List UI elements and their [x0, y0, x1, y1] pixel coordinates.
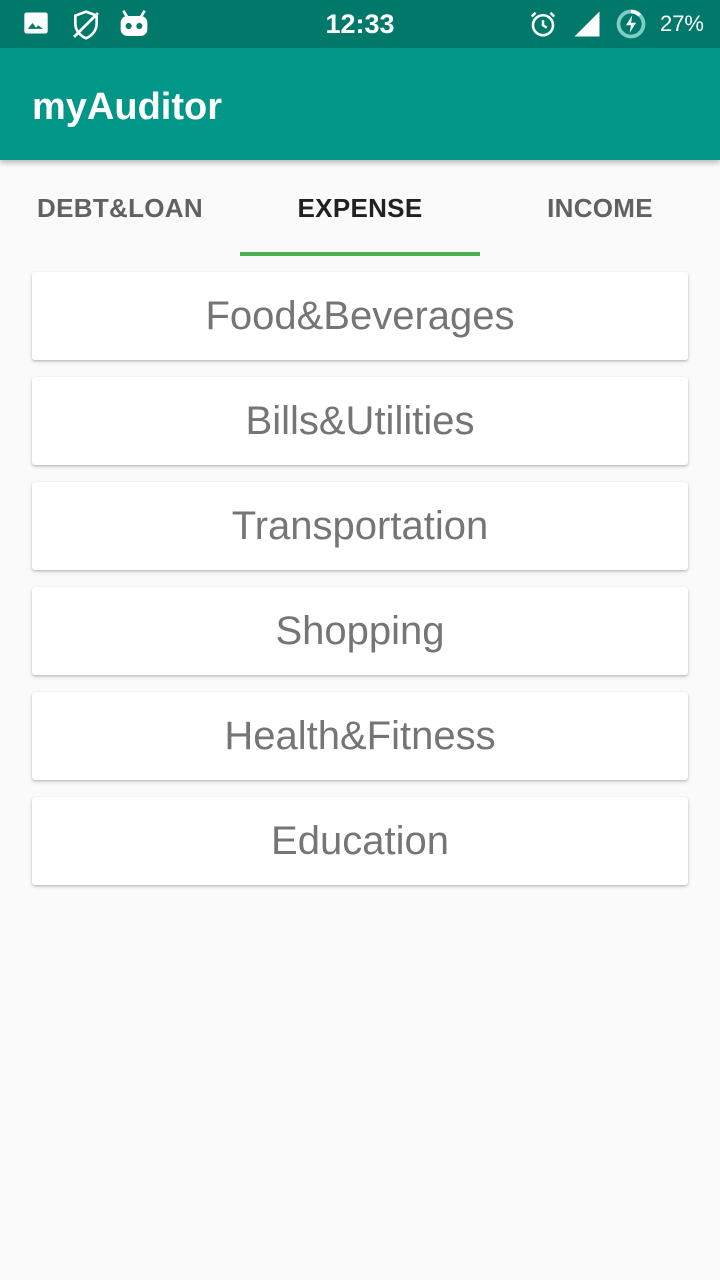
tab-indicator	[240, 252, 480, 256]
status-right-icons: 27%	[528, 8, 704, 40]
tab-label: DEBT&LOAN	[37, 192, 203, 223]
category-label: Education	[271, 818, 449, 863]
tab-bar: DEBT&LOAN EXPENSE INCOME	[0, 160, 720, 256]
signal-icon	[572, 9, 602, 39]
tab-label: EXPENSE	[297, 192, 423, 223]
category-shopping-button[interactable]: Shopping	[32, 587, 688, 675]
category-label: Shopping	[275, 608, 445, 653]
tab-expense[interactable]: EXPENSE	[240, 160, 480, 256]
category-label: Transportation	[231, 503, 489, 548]
category-education-button[interactable]: Education	[32, 797, 688, 885]
category-list: Food&Beverages Bills&Utilities Transport…	[32, 272, 688, 902]
app-bar: myAuditor	[0, 48, 720, 160]
status-bar: 12:33 27%	[0, 0, 720, 48]
tab-label: INCOME	[547, 192, 653, 223]
tab-income[interactable]: INCOME	[480, 160, 720, 256]
category-food-beverages-button[interactable]: Food&Beverages	[32, 272, 688, 360]
tab-debt-loan[interactable]: DEBT&LOAN	[0, 160, 240, 256]
alarm-icon	[528, 9, 558, 39]
category-label: Bills&Utilities	[245, 398, 475, 443]
battery-percent: 27%	[659, 11, 704, 36]
app-title: myAuditor	[32, 86, 222, 128]
category-transportation-button[interactable]: Transportation	[32, 482, 688, 570]
category-label: Health&Fitness	[224, 713, 496, 758]
category-health-fitness-button[interactable]: Health&Fitness	[32, 692, 688, 780]
category-label: Food&Beverages	[205, 293, 515, 338]
category-bills-utilities-button[interactable]: Bills&Utilities	[32, 377, 688, 465]
battery-charging-icon	[616, 9, 646, 39]
